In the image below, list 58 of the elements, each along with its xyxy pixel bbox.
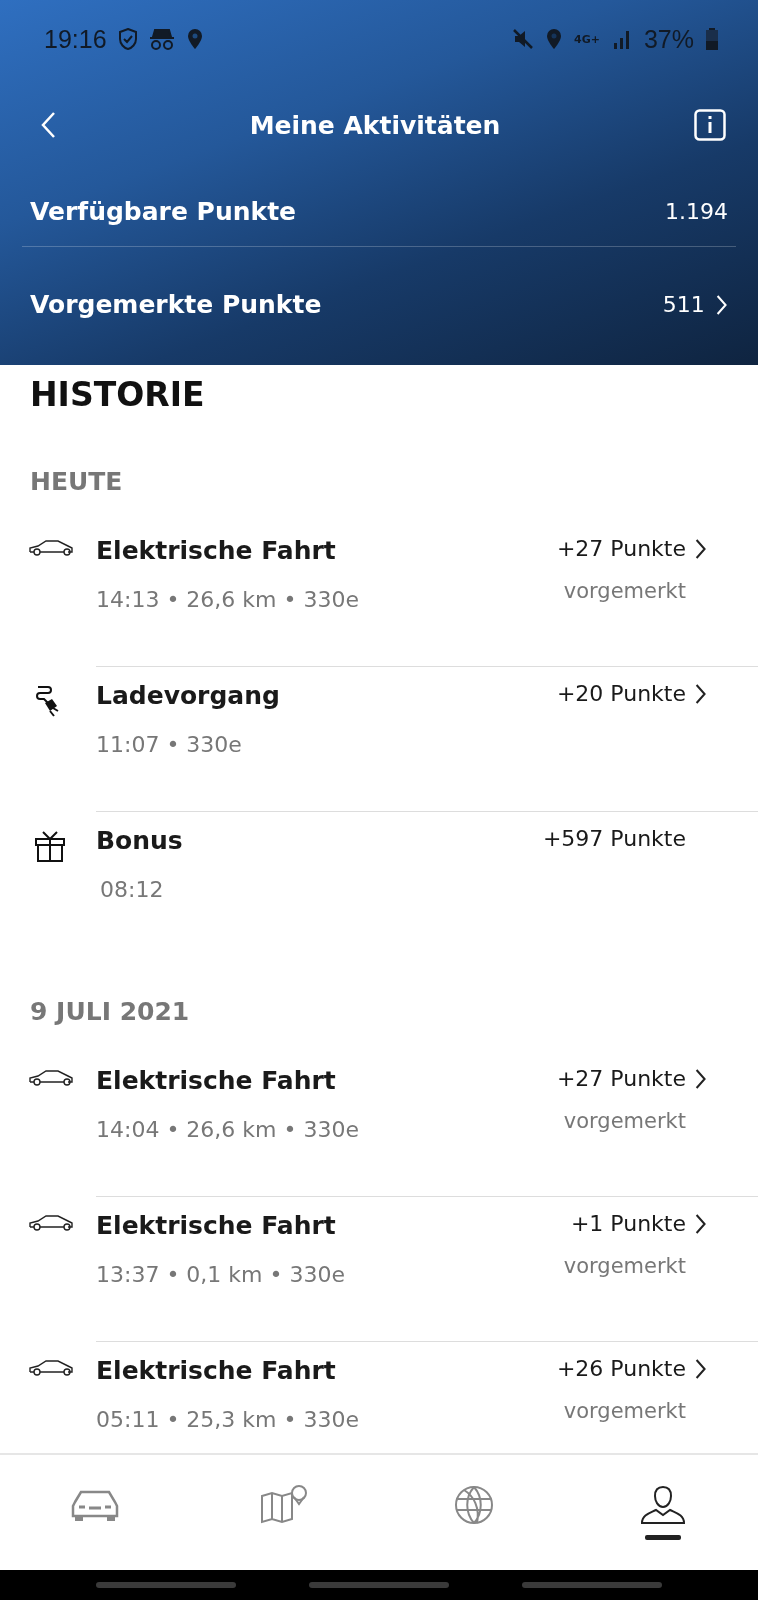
- info-icon: [694, 109, 726, 141]
- activity-title: Elektrische Fahrt: [96, 1356, 337, 1385]
- activity-points[interactable]: +27 Punkte: [556, 536, 686, 561]
- activity-title: Ladevorgang: [96, 681, 280, 710]
- car-icon: [28, 1070, 74, 1086]
- date-heading: 9 JULI 2021: [29, 995, 191, 1028]
- back-icon: [40, 111, 56, 139]
- incognito-icon: [148, 28, 175, 50]
- points-value: 511: [662, 292, 705, 317]
- activity-points: +597 Punkte: [542, 826, 686, 851]
- chevron-right-icon: [694, 682, 708, 705]
- screen-title: Meine Aktivitäten: [249, 110, 501, 140]
- activity-details: 11:07 • 330e: [96, 732, 243, 757]
- activity-details: 14:04 • 26,6 km • 330e: [96, 1117, 359, 1142]
- activity-details: 08:12: [99, 877, 165, 902]
- signal-icon: [611, 29, 632, 49]
- car-icon: [28, 1360, 74, 1376]
- battery-percent: 37%: [643, 24, 694, 54]
- section-title: HISTORIE: [29, 374, 206, 416]
- status-label: vorgemerkt: [563, 579, 686, 603]
- map-pin-icon: [260, 1484, 309, 1526]
- profile-icon: [640, 1485, 687, 1525]
- car-icon: [70, 1488, 119, 1522]
- charging-plug-icon: [34, 685, 60, 719]
- status-label: vorgemerkt: [563, 1399, 686, 1423]
- activity-points[interactable]: +1 Punkte: [570, 1211, 686, 1236]
- chevron-right-icon: [694, 537, 708, 560]
- activity-title: Bonus: [96, 826, 183, 855]
- points-label: Vorgemerkte Punkte: [30, 290, 322, 319]
- chevron-right-icon: [694, 1357, 708, 1380]
- points-label: Verfügbare Punkte: [30, 196, 297, 226]
- car-icon: [28, 540, 74, 556]
- status-label: vorgemerkt: [563, 1254, 686, 1278]
- activity-points[interactable]: +26 Punkte: [556, 1356, 686, 1381]
- chevron-right-icon: [694, 1067, 708, 1090]
- chevron-right-icon: [694, 1212, 708, 1235]
- activity-points[interactable]: +20 Punkte: [556, 681, 686, 706]
- location-icon: [186, 28, 203, 50]
- activity-points[interactable]: +27 Punkte: [556, 1066, 686, 1091]
- car-icon: [28, 1215, 74, 1231]
- globe-icon: [453, 1485, 494, 1525]
- network-type: 4G+: [574, 33, 600, 45]
- activity-title: Elektrische Fahrt: [96, 536, 337, 565]
- mute-icon: [512, 28, 535, 50]
- activity-title: Elektrische Fahrt: [96, 1211, 337, 1240]
- date-heading: HEUTE: [29, 465, 124, 498]
- battery-icon: [706, 28, 718, 50]
- activity-details: 14:13 • 26,6 km • 330e: [96, 587, 359, 612]
- points-value: 1.194: [665, 198, 728, 224]
- gift-icon: [34, 830, 66, 862]
- activity-details: 13:37 • 0,1 km • 330e: [96, 1262, 345, 1287]
- location-icon: [546, 28, 563, 50]
- status-label: vorgemerkt: [563, 1109, 686, 1133]
- shield-icon: [118, 28, 137, 50]
- activity-details: 05:11 • 25,3 km • 330e: [96, 1407, 359, 1432]
- activity-title: Elektrische Fahrt: [96, 1066, 337, 1095]
- clock-time: 19:16: [44, 24, 107, 54]
- chevron-right-icon: [714, 293, 728, 316]
